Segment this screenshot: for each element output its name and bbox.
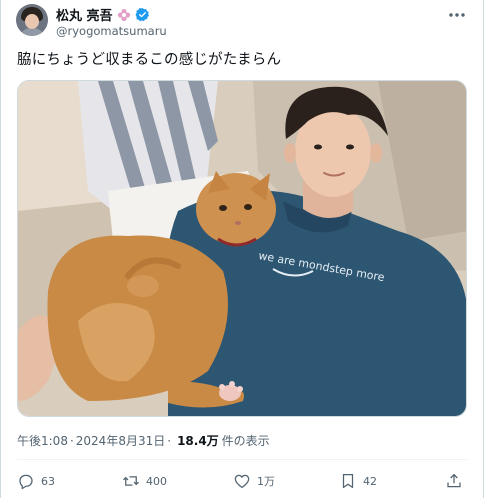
tweet-card: 松丸 亮吾 @ryogomatsumaru 脇にちょうど収まるこの感じがたまらん…	[0, 0, 484, 498]
reply-icon	[19, 474, 33, 490]
share-icon	[447, 473, 461, 488]
bookmark-button[interactable]: 42	[339, 470, 377, 492]
verified-badge-icon	[135, 7, 150, 22]
divider	[17, 459, 467, 460]
reply-count: 63	[41, 474, 55, 488]
share-button[interactable]	[445, 470, 463, 492]
reply-button[interactable]: 63	[17, 470, 55, 492]
more-icon[interactable]	[447, 6, 467, 18]
tweet-meta: 午後1:08 · 2024年8月31日 · 18.4万 件の表示	[17, 432, 270, 449]
user-handle[interactable]: @ryogomatsumaru	[56, 24, 167, 38]
bookmark-icon	[342, 473, 354, 489]
flower-icon	[117, 7, 131, 22]
tweet-time[interactable]: 午後1:08	[17, 432, 68, 449]
like-button[interactable]: 1万	[233, 470, 275, 492]
retweet-count: 400	[146, 474, 167, 488]
view-count-label: 件の表示	[221, 434, 270, 448]
avatar[interactable]	[16, 4, 48, 36]
bookmark-count: 42	[363, 474, 377, 488]
tweet-header: 松丸 亮吾 @ryogomatsumaru	[16, 4, 473, 38]
retweet-icon	[123, 476, 139, 486]
like-count: 1万	[257, 475, 275, 488]
view-count[interactable]: 18.4万	[177, 432, 219, 449]
action-bar: 63 400 1万 42	[17, 470, 467, 492]
tweet-date[interactable]: 2024年8月31日	[76, 432, 165, 449]
heart-icon	[234, 474, 250, 489]
meta-separator: ·	[69, 433, 74, 448]
name-row: 松丸 亮吾	[56, 5, 150, 24]
meta-separator: ·	[167, 433, 172, 448]
retweet-button[interactable]: 400	[122, 470, 167, 492]
display-name[interactable]: 松丸 亮吾	[56, 5, 113, 24]
photo-illustration: we are mondstep more	[18, 81, 466, 416]
tweet-photo[interactable]: we are mondstep more	[17, 80, 467, 417]
tweet-text: 脇にちょうど収まるこの感じがたまらん	[17, 52, 282, 68]
